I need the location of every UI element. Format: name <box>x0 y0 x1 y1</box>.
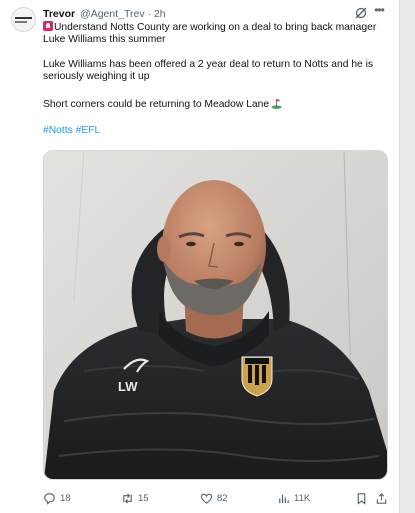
views-icon <box>279 494 289 503</box>
author-name[interactable]: Trevor <box>43 8 75 20</box>
bookmark-icon <box>357 492 366 505</box>
golf-flag-emoji <box>271 98 282 109</box>
tweet-card[interactable]: Trevor @Agent_Trev · 2h ••• Understand N… <box>0 0 400 513</box>
action-bar: 18 15 82 11K <box>43 490 388 506</box>
scroll-gutter <box>400 0 415 513</box>
tweet-photo[interactable]: LW <box>43 150 388 480</box>
siren-emoji <box>43 21 53 31</box>
separator-dot: · <box>147 8 152 20</box>
more-icon[interactable]: ••• <box>371 4 387 20</box>
bookmark-button[interactable] <box>355 490 368 506</box>
tweet-line-3: Short corners could be returning to Mead… <box>43 99 270 110</box>
hashtag-notts[interactable]: #Notts <box>43 125 73 136</box>
timestamp[interactable]: 2h <box>154 8 166 20</box>
reply-icon <box>44 492 55 505</box>
photo-illustration: LW <box>44 151 387 479</box>
repost-count: 15 <box>138 492 149 504</box>
avatar[interactable] <box>11 7 36 32</box>
reply-count: 18 <box>60 492 71 504</box>
like-icon <box>200 493 213 504</box>
tweet-line-2: Luke Williams has been offered a 2 year … <box>43 59 374 82</box>
tweet-line-1: Understand Notts County are working on a… <box>43 22 377 45</box>
like-count: 82 <box>217 492 228 504</box>
hashtag-efl[interactable]: #EFL <box>76 125 101 136</box>
grok-icon[interactable] <box>353 5 369 21</box>
views-button[interactable]: 11K <box>277 490 310 506</box>
share-icon <box>376 492 387 504</box>
like-button[interactable]: 82 <box>200 490 228 506</box>
reply-button[interactable]: 18 <box>43 490 71 506</box>
tweet-header: Trevor @Agent_Trev · 2h <box>43 8 166 20</box>
share-button[interactable] <box>375 490 388 506</box>
repost-button[interactable]: 15 <box>121 490 149 506</box>
repost-icon <box>123 492 132 504</box>
kit-initials: LW <box>118 379 138 394</box>
views-count: 11K <box>294 492 311 504</box>
author-handle[interactable]: @Agent_Trev <box>80 8 145 20</box>
